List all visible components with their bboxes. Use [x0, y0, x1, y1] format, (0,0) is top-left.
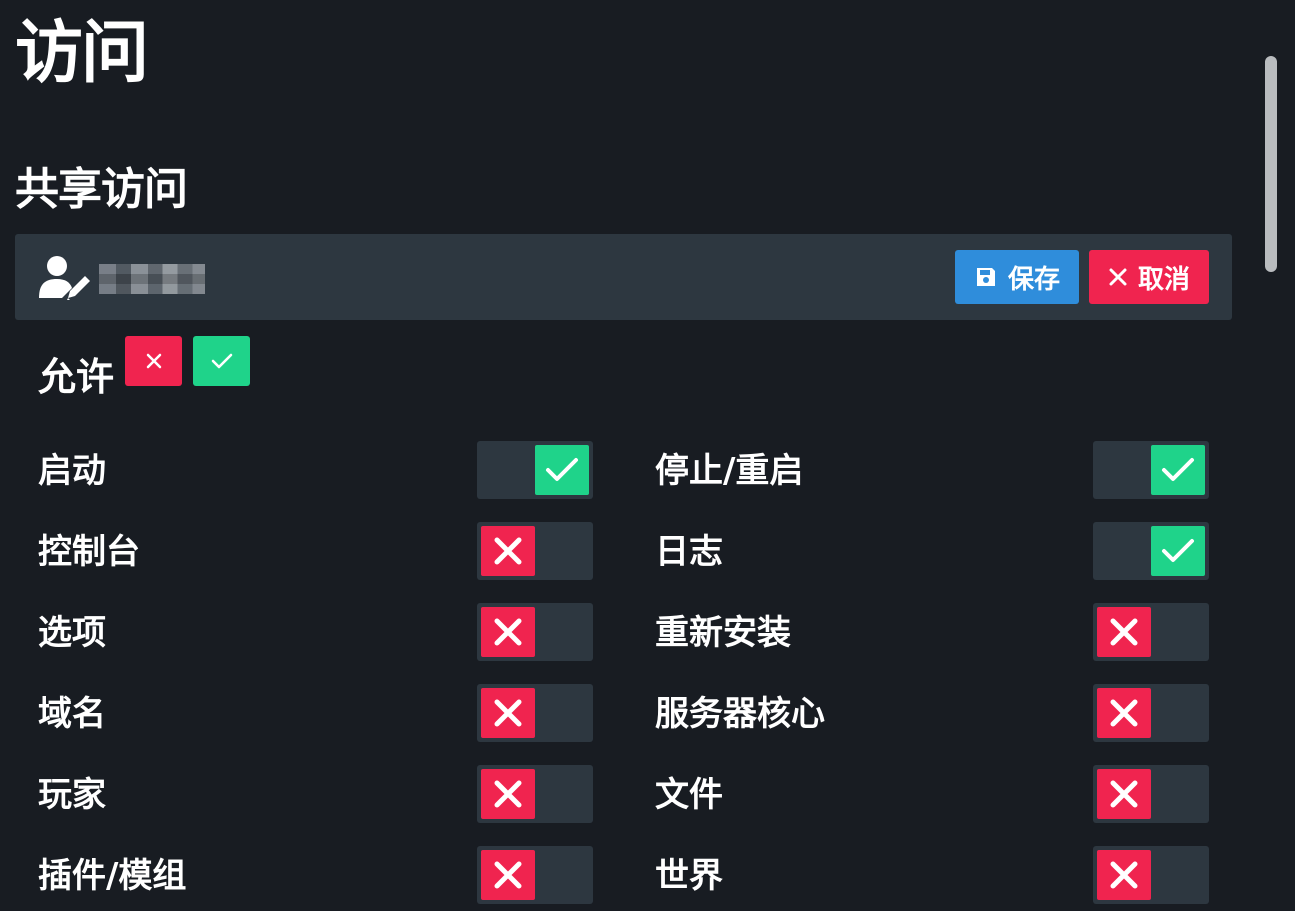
permission-row: 选项 [38, 603, 593, 661]
close-icon [494, 537, 522, 565]
permission-label: 重新安装 [655, 613, 791, 653]
permission-label: 域名 [38, 694, 106, 734]
cancel-button[interactable]: 取消 [1089, 250, 1209, 304]
permission-row: 重新安装 [655, 603, 1209, 661]
close-icon [1110, 780, 1138, 808]
close-icon [146, 353, 161, 369]
close-icon [494, 780, 522, 808]
check-icon [1162, 539, 1194, 562]
permission-row: 域名 [38, 684, 593, 742]
cancel-button-label: 取消 [1137, 264, 1190, 295]
permission-toggle[interactable] [1093, 603, 1209, 661]
deny-all-button[interactable] [125, 336, 182, 386]
permission-toggle[interactable] [1093, 765, 1209, 823]
floppy-disk-icon [976, 268, 995, 286]
permission-toggle[interactable] [477, 603, 593, 661]
check-icon [211, 353, 232, 369]
permission-label: 启动 [38, 451, 106, 491]
allow-all-button[interactable] [193, 336, 250, 386]
toggle-knob [1097, 850, 1151, 900]
check-icon [1162, 458, 1194, 481]
page-title: 访问 [15, 14, 149, 93]
permission-row: 控制台 [38, 522, 593, 580]
permission-toggle[interactable] [1093, 846, 1209, 904]
permission-toggle[interactable] [1093, 522, 1209, 580]
permission-row: 玩家 [38, 765, 593, 823]
save-button-label: 保存 [1007, 264, 1060, 295]
close-icon [494, 861, 522, 889]
toggle-knob [1151, 526, 1205, 576]
close-icon [1110, 699, 1138, 727]
shared-user-bar: 保存 取消 [15, 234, 1232, 320]
permission-row: 文件 [655, 765, 1209, 823]
check-icon [546, 458, 578, 481]
permission-label: 停止/重启 [655, 451, 804, 491]
permission-label: 日志 [655, 532, 723, 572]
toggle-knob [1097, 688, 1151, 738]
toggle-knob [481, 526, 535, 576]
vertical-scrollbar[interactable] [1265, 56, 1277, 272]
permission-label: 世界 [655, 856, 723, 896]
permission-toggle[interactable] [1093, 441, 1209, 499]
toggle-knob [481, 850, 535, 900]
access-page: 访问 共享访问 保存 取消 允许 启动 控制台 选项 域名 玩家 插件/模组 停… [0, 0, 1295, 911]
permission-row: 插件/模组 [38, 846, 593, 904]
permission-row: 停止/重启 [655, 441, 1209, 499]
toggle-knob [481, 688, 535, 738]
toggle-knob [1097, 607, 1151, 657]
toggle-knob [1097, 769, 1151, 819]
permission-label: 插件/模组 [38, 856, 187, 896]
permission-toggle[interactable] [477, 522, 593, 580]
allow-label: 允许 [38, 355, 115, 399]
toggle-knob [481, 769, 535, 819]
permission-label: 控制台 [38, 532, 140, 572]
permission-row: 日志 [655, 522, 1209, 580]
permission-row: 服务器核心 [655, 684, 1209, 742]
toggle-knob [481, 607, 535, 657]
permission-row: 启动 [38, 441, 593, 499]
user-edit-icon [39, 256, 90, 300]
toggle-knob [1151, 445, 1205, 495]
close-icon [1109, 268, 1127, 286]
permission-toggle[interactable] [477, 765, 593, 823]
section-title: 共享访问 [15, 164, 188, 215]
permission-row: 世界 [655, 846, 1209, 904]
permission-label: 文件 [655, 775, 723, 815]
save-button[interactable]: 保存 [955, 250, 1079, 304]
close-icon [1110, 861, 1138, 889]
permission-toggle[interactable] [477, 846, 593, 904]
close-icon [1110, 618, 1138, 646]
close-icon [494, 699, 522, 727]
permission-toggle[interactable] [477, 684, 593, 742]
permission-toggle[interactable] [1093, 684, 1209, 742]
permission-label: 服务器核心 [655, 694, 825, 734]
close-icon [494, 618, 522, 646]
shared-username [99, 264, 205, 294]
permission-toggle[interactable] [477, 441, 593, 499]
permission-label: 玩家 [38, 775, 106, 815]
permission-label: 选项 [38, 613, 106, 653]
toggle-knob [535, 445, 589, 495]
